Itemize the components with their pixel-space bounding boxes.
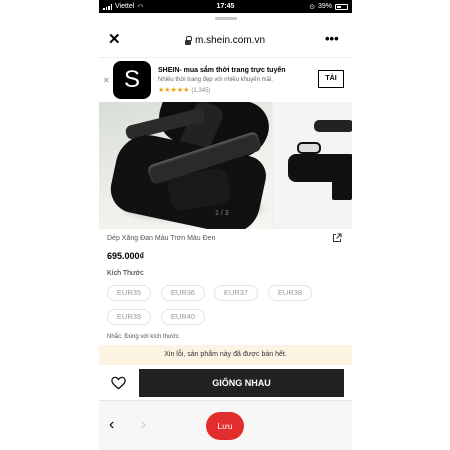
similar-items-button[interactable]: GIỐNG NHAU <box>139 369 344 397</box>
size-option[interactable]: EUR39 <box>107 309 151 325</box>
sandal-side-sole <box>288 154 352 182</box>
gallery-counter: 1 / 3 <box>215 210 229 217</box>
url-display[interactable]: m.shein.com.vn <box>185 35 265 46</box>
save-button[interactable]: Lưu <box>206 412 244 440</box>
back-icon[interactable]: ‹ <box>109 416 114 434</box>
product-title: Dép Xăng Đan Màu Trơn Màu Đen <box>107 235 216 242</box>
forward-icon[interactable]: › <box>141 416 146 434</box>
status-left: Viettel ◠ <box>103 3 183 11</box>
product-photo-main[interactable] <box>99 102 272 229</box>
wifi-icon: ◠ <box>137 3 144 11</box>
size-option[interactable]: EUR35 <box>107 285 151 301</box>
status-right: ⊙ 39% <box>268 3 348 11</box>
size-label: Kích Thước <box>107 270 144 277</box>
app-banner-subtitle: Nhiều thời trang đẹp với nhiều khuyến mã… <box>158 77 273 83</box>
sold-out-notice: Xin lỗi, sản phẩm này đã được bán hết. <box>99 345 352 365</box>
app-rating: ★★★★★ (1,345) <box>158 86 210 94</box>
sandal-toe-strap <box>297 142 321 154</box>
battery-icon <box>335 3 348 10</box>
more-icon[interactable]: ••• <box>325 31 339 46</box>
carrier-name: Viettel <box>115 3 135 10</box>
size-option[interactable]: EUR40 <box>161 309 205 325</box>
app-install-banner: ✕ S SHEIN- mua sắm thời trang trực tuyến… <box>99 57 352 102</box>
browser-toolbar: ✕ m.shein.com.vn ••• <box>99 13 352 56</box>
download-app-button[interactable]: TẢI <box>318 70 344 88</box>
signal-icon <box>103 3 112 10</box>
size-option[interactable]: EUR38 <box>268 285 312 301</box>
sandal-heel <box>332 180 352 200</box>
product-title-row: Dép Xăng Đan Màu Trơn Màu Đen <box>107 233 347 246</box>
size-option[interactable]: EUR36 <box>161 285 205 301</box>
size-option[interactable]: EUR37 <box>214 285 258 301</box>
close-icon[interactable]: ✕ <box>108 32 121 47</box>
orientation-lock-icon: ⊙ <box>309 3 315 11</box>
size-hint: Nhắc: Đúng với kích thước <box>107 334 179 340</box>
status-time: 17:45 <box>216 3 235 10</box>
action-row: GIỐNG NHAU <box>99 367 352 399</box>
banner-close-icon[interactable]: ✕ <box>103 76 110 85</box>
product-image-gallery[interactable]: 1 / 3 <box>99 102 352 229</box>
product-price: 695.000₫ <box>107 251 145 261</box>
browser-bottom-bar: ‹ › Lưu <box>99 400 352 450</box>
product-photo-next[interactable] <box>274 102 352 229</box>
phone-screen: Viettel ◠ 17:45 ⊙ 39% ✕ m.shein.com.vn •… <box>99 0 352 450</box>
app-banner-title: SHEIN- mua sắm thời trang trực tuyến <box>158 67 286 74</box>
battery-percent: 39% <box>317 3 332 10</box>
status-bar: Viettel ◠ 17:45 ⊙ 39% <box>99 0 352 13</box>
sheet-grab-handle[interactable] <box>215 17 237 20</box>
url-text: m.shein.com.vn <box>195 35 266 46</box>
heart-icon[interactable] <box>111 376 126 390</box>
shein-app-icon: S <box>113 61 151 99</box>
lock-icon <box>185 35 192 45</box>
review-count: (1,345) <box>191 88 211 94</box>
star-rating-icon: ★★★★★ <box>158 87 190 94</box>
share-icon[interactable] <box>332 233 342 243</box>
sandal-side-strap <box>314 120 352 132</box>
